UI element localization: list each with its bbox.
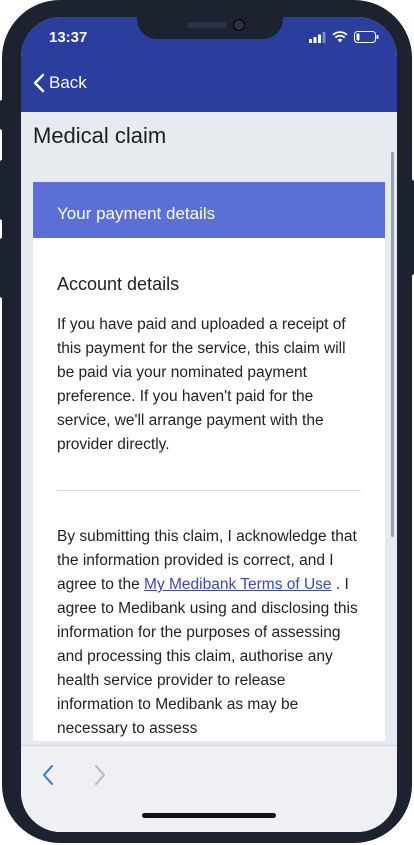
acknowledgement-text: By submitting this claim, I acknowledge …	[33, 491, 385, 741]
content-scroll-area[interactable]: Your payment details Account details If …	[33, 182, 385, 745]
signal-icon	[309, 31, 326, 43]
payment-info-text: If you have paid and uploaded a receipt …	[57, 316, 346, 453]
next-button[interactable]	[85, 760, 115, 790]
app-header: 13:37 Back	[21, 17, 397, 112]
footer-nav	[21, 745, 397, 832]
back-label: Back	[49, 73, 87, 92]
phone-frame: 13:37 Back Medical claim Your payment de…	[2, 0, 412, 843]
screen: 13:37 Back Medical claim Your payment de…	[21, 17, 397, 832]
status-time: 13:37	[49, 29, 88, 46]
previous-button[interactable]	[33, 760, 63, 790]
chevron-right-icon	[95, 765, 105, 785]
acknowledgement-text-end: . I agree to Medibank using and disclosi…	[57, 576, 358, 737]
page-title: Medical claim	[33, 123, 167, 148]
payment-details-card: Your payment details Account details If …	[33, 182, 385, 741]
home-indicator[interactable]	[142, 813, 276, 818]
back-button[interactable]: Back	[33, 73, 87, 93]
chevron-left-icon	[33, 73, 45, 93]
scrollbar[interactable]	[391, 152, 394, 537]
camera	[233, 19, 245, 31]
status-icons	[309, 31, 379, 43]
card-header: Your payment details	[33, 182, 385, 238]
chevron-left-icon	[43, 765, 53, 785]
notch	[137, 17, 283, 39]
battery-icon	[354, 31, 379, 43]
section-title: Account details	[57, 274, 180, 294]
terms-of-use-link[interactable]: My Medibank Terms of Use	[144, 576, 332, 593]
wifi-icon	[332, 31, 348, 43]
speaker	[187, 22, 227, 28]
